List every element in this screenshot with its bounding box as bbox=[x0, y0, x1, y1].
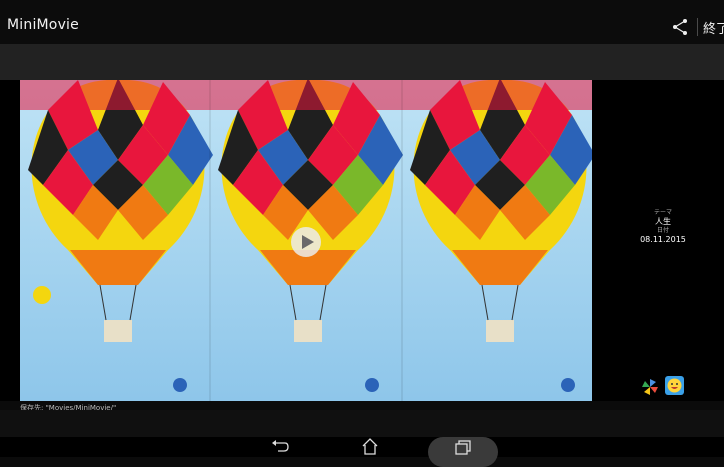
date-label: 日付 bbox=[656, 227, 669, 234]
action-bar: MiniMovie 終了 bbox=[0, 0, 724, 44]
home-icon[interactable] bbox=[360, 436, 380, 456]
back-icon[interactable] bbox=[270, 437, 290, 455]
finish-button[interactable]: 終了 bbox=[703, 18, 724, 37]
theme-label: テーマ bbox=[653, 209, 672, 216]
bottom-strip bbox=[0, 410, 724, 437]
recent-apps-icon[interactable] bbox=[454, 440, 472, 456]
pinwheel-icon[interactable] bbox=[641, 378, 659, 396]
app-title: MiniMovie bbox=[7, 17, 79, 33]
emoji-icon[interactable] bbox=[665, 376, 684, 395]
theme-value[interactable]: 人生 bbox=[640, 217, 686, 227]
share-icon[interactable] bbox=[671, 18, 691, 36]
date-value: 08.11.2015 bbox=[640, 235, 686, 244]
divider bbox=[697, 18, 698, 36]
play-button[interactable] bbox=[291, 227, 321, 257]
movie-info: テーマ 人生 日付 08.11.2015 bbox=[640, 209, 686, 245]
toolbar bbox=[0, 44, 724, 80]
